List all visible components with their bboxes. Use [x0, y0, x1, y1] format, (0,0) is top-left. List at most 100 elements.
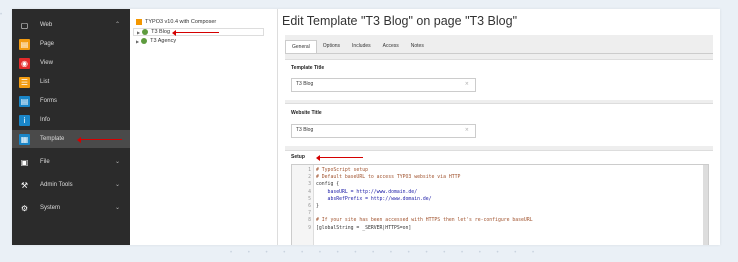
code-text: } [316, 204, 319, 209]
website-title-label: Website Title [291, 110, 322, 116]
code-line: 6} [292, 203, 708, 210]
code-line: 3 config { [292, 181, 708, 188]
web-icon: ▢ [19, 19, 30, 31]
code-line: 9 [globalString = _SERVER|HTTPS=on] [292, 225, 708, 232]
info-icon: i [19, 114, 30, 126]
code-text: baseURL = http://www.domain.de/ [316, 189, 418, 195]
template-title-value: T3 Blog [296, 81, 314, 87]
line-number: 1 [308, 168, 311, 173]
tree-root-label: TYPO3 v10.4 with Composer [145, 19, 217, 25]
sidebar-item-view[interactable]: ◉ View [12, 54, 130, 72]
code-line: 8 # If your site has been accessed with H… [292, 217, 708, 224]
tab-general[interactable]: General [285, 40, 317, 53]
tree-root[interactable]: TYPO3 v10.4 with Composer [136, 19, 216, 25]
module-sidebar: ▢ Web ⌃ ▤ Page ◉ View ☰ List ▤ Forms i Info ▦ Template… [12, 9, 130, 245]
sidebar-item-label: Template [40, 136, 65, 142]
code-text: # Default baseURL to access TYPO3 websit… [316, 175, 461, 181]
tab-bar: General Options Includes Access Notes [285, 40, 430, 53]
website-title-input[interactable]: T3 Blog × [291, 124, 476, 138]
sidebar-item-label: View [40, 60, 53, 66]
file-icon: ▣ [19, 156, 30, 168]
sidebar-item-file[interactable]: ▣ File ⌄ [12, 153, 130, 171]
line-number: 2 [308, 175, 311, 181]
sidebar-item-forms[interactable]: ▤ Forms [12, 92, 130, 110]
tab-access[interactable]: Access [377, 40, 405, 53]
website-title-value: T3 Blog [296, 127, 314, 133]
annotation-arrow [316, 154, 363, 161]
typoscript-code-editor[interactable]: 1 # TypoScript setup 2 # Default baseURL to… [291, 164, 709, 245]
chevron-down-icon[interactable]: ⌄ [115, 158, 120, 165]
admin-tools-icon: ⚒ [19, 179, 30, 191]
sidebar-item-label: File [40, 159, 50, 165]
code-text: # If your site has been accessed with HT… [316, 218, 533, 224]
background-dots: • • • • • • • • • • • • • • • • • • [230, 250, 542, 256]
template-title-section: Template Title T3 Blog × [285, 59, 713, 100]
code-line: 1 # TypoScript setup [292, 167, 708, 174]
sidebar-item-web[interactable]: ▢ Web ⌃ [12, 16, 130, 34]
line-number: 4 [308, 189, 311, 195]
chevron-up-icon[interactable]: ⌃ [115, 21, 120, 28]
globe-icon [142, 29, 149, 35]
globe-icon [141, 38, 148, 44]
line-number: 9 [308, 225, 311, 231]
setup-label: Setup [291, 154, 305, 160]
tab-options[interactable]: Options [317, 40, 346, 53]
template-title-input[interactable]: T3 Blog × [291, 78, 476, 92]
page-title: Edit Template "T3 Blog" on page "T3 Blog… [282, 14, 518, 28]
template-title-label: Template Title [291, 65, 325, 71]
forms-icon: ▤ [19, 95, 30, 107]
template-form: General Options Includes Access Notes Templa… [285, 35, 713, 245]
sidebar-item-label: Page [40, 41, 55, 47]
line-number: 3 [308, 182, 311, 188]
sidebar-item-label: Info [40, 117, 51, 123]
line-number: 7 [308, 211, 311, 217]
system-icon: ⚙ [19, 202, 30, 214]
chevron-down-icon[interactable]: ⌄ [115, 181, 120, 188]
main-content: Edit Template "T3 Blog" on page "T3 Blog… [278, 9, 720, 245]
code-line: 5 absRefPrefix = http://www.domain.de/ [292, 196, 708, 203]
tree-node-t3-agency[interactable]: ▶ T3 Agency [136, 38, 176, 44]
line-number: 8 [308, 218, 311, 224]
code-line: 7 [292, 210, 708, 217]
sidebar-item-label: Admin Tools [40, 182, 73, 188]
code-line: 2 # Default baseURL to access TYPO3 websi… [292, 174, 708, 181]
sidebar-item-label: System [40, 205, 61, 211]
tab-includes[interactable]: Includes [346, 40, 377, 53]
list-icon: ☰ [19, 76, 30, 88]
sidebar-item-info[interactable]: i Info [12, 111, 130, 129]
code-line: 4 baseURL = http://www.domain.de/ [292, 189, 708, 196]
sidebar-item-label: Web [40, 22, 53, 28]
app-window: ▢ Web ⌃ ▤ Page ◉ View ☰ List ▤ Forms i Info ▦ Template… [12, 9, 720, 245]
typo3-logo-icon [136, 19, 142, 25]
annotation-arrow [172, 29, 219, 36]
setup-section: Setup 1 # TypoScript setup 2 # Default base… [285, 150, 713, 245]
page-tree: TYPO3 v10.4 with Composer ▶ T3 Blog ▶ T3… [130, 9, 278, 245]
clear-icon[interactable]: × [465, 127, 469, 133]
code-text: [globalString = _SERVER|HTTPS=on] [316, 225, 412, 231]
code-text: config { [316, 182, 340, 188]
page-icon: ▤ [19, 38, 30, 50]
website-title-section: Website Title T3 Blog × [285, 103, 713, 146]
tree-node-label: T3 Agency [150, 38, 177, 44]
sidebar-item-system[interactable]: ⚙ System ⌄ [12, 199, 130, 217]
template-icon: ▦ [19, 133, 30, 145]
expand-arrow-icon[interactable]: ▶ [136, 39, 139, 44]
chevron-down-icon[interactable]: ⌄ [115, 204, 120, 211]
line-number: 6 [308, 204, 311, 209]
annotation-arrow [77, 136, 122, 143]
code-text: absRefPrefix = http://www.domain.de/ [316, 196, 432, 202]
expand-arrow-icon[interactable]: ▶ [137, 30, 140, 35]
tree-node-label: T3 Blog [151, 29, 171, 35]
sidebar-item-admin-tools[interactable]: ⚒ Admin Tools ⌄ [12, 176, 130, 194]
sidebar-item-template[interactable]: ▦ Template [12, 130, 130, 148]
view-icon: ◉ [19, 57, 30, 69]
code-text: # TypoScript setup [316, 168, 368, 173]
sidebar-item-label: List [40, 79, 50, 85]
sidebar-item-list[interactable]: ☰ List [12, 73, 130, 91]
sidebar-item-label: Forms [40, 98, 57, 104]
tab-notes[interactable]: Notes [405, 40, 430, 53]
tab-divider [285, 53, 713, 54]
clear-icon[interactable]: × [465, 81, 469, 87]
line-number: 5 [308, 196, 311, 202]
sidebar-item-page[interactable]: ▤ Page [12, 35, 130, 53]
